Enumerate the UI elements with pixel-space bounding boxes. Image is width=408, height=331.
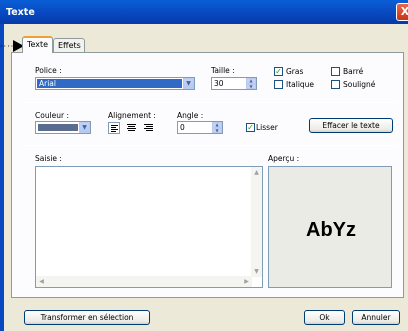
tab-texte[interactable]: Texte — [22, 36, 53, 53]
pointer-dots: ····· — [0, 42, 18, 51]
tab-effets[interactable]: Effets — [53, 38, 85, 53]
spin-down-icon[interactable]: ▼ — [246, 83, 256, 89]
scroll-left-icon[interactable]: ◀ — [36, 276, 47, 287]
spin-down-icon[interactable]: ▼ — [212, 127, 222, 133]
smooth-checkbox[interactable]: ✓ — [246, 123, 255, 132]
color-select[interactable]: ▼ — [35, 121, 91, 134]
cancel-button[interactable]: Annuler — [352, 310, 400, 325]
underline-checkbox[interactable] — [331, 80, 340, 89]
font-value: Arial — [37, 79, 182, 88]
vertical-scrollbar[interactable]: ▲ ▼ — [251, 167, 262, 277]
text-input[interactable]: ▲ ▼ ◀ ▶ — [35, 166, 263, 288]
preview-box: AbYz — [268, 166, 392, 288]
size-stepper[interactable]: ▲ ▼ — [246, 78, 256, 89]
align-center-icon[interactable] — [126, 122, 138, 134]
clear-text-button[interactable]: Effacer le texte — [309, 118, 393, 133]
close-button[interactable]: X — [396, 3, 408, 21]
bold-checkbox[interactable]: ✓ — [274, 67, 283, 76]
font-label: Police : — [35, 66, 62, 75]
transform-selection-button[interactable]: Transformer en sélection — [24, 310, 150, 325]
size-label: Taille : — [211, 66, 235, 75]
size-spinner[interactable]: 30 ▲ ▼ — [211, 77, 257, 90]
angle-stepper[interactable]: ▲ ▼ — [212, 122, 222, 133]
angle-label: Angle : — [177, 111, 204, 120]
input-label: Saisie : — [35, 154, 62, 163]
angle-spinner[interactable]: 0 ▲ ▼ — [177, 121, 223, 134]
alignment-label: Alignement : — [108, 111, 156, 120]
separator — [22, 145, 397, 146]
underline-label: Souligné — [343, 80, 376, 89]
align-right-icon[interactable] — [143, 122, 155, 134]
strike-label: Barré — [343, 67, 364, 76]
strike-checkbox[interactable] — [331, 67, 340, 76]
scroll-down-icon[interactable]: ▼ — [251, 266, 262, 277]
window-title: Texte — [6, 7, 35, 18]
ok-button[interactable]: Ok — [304, 310, 345, 325]
color-swatch — [38, 124, 78, 131]
angle-value: 0 — [180, 123, 185, 132]
smooth-label: Lisser — [256, 123, 278, 132]
font-select[interactable]: Arial ▼ — [35, 77, 195, 90]
align-left-icon[interactable] — [108, 122, 120, 134]
scroll-up-icon[interactable]: ▲ — [251, 167, 262, 178]
scroll-right-icon[interactable]: ▶ — [241, 276, 252, 287]
separator — [22, 102, 397, 103]
italic-checkbox[interactable] — [274, 80, 283, 89]
horizontal-scrollbar[interactable]: ◀ ▶ — [36, 276, 252, 287]
preview-label: Aperçu : — [268, 154, 300, 163]
title-bar[interactable]: Texte — [0, 0, 408, 24]
size-value: 30 — [214, 79, 224, 88]
italic-label: Italique — [286, 80, 315, 89]
chevron-down-icon[interactable]: ▼ — [79, 122, 90, 133]
preview-text: AbYz — [306, 219, 356, 241]
window-border — [0, 24, 4, 331]
bold-label: Gras — [286, 67, 304, 76]
color-label: Couleur : — [35, 111, 70, 120]
chevron-down-icon[interactable]: ▼ — [183, 78, 194, 89]
text-dialog: Texte X ····· Texte Effets Police : Aria… — [0, 0, 408, 331]
